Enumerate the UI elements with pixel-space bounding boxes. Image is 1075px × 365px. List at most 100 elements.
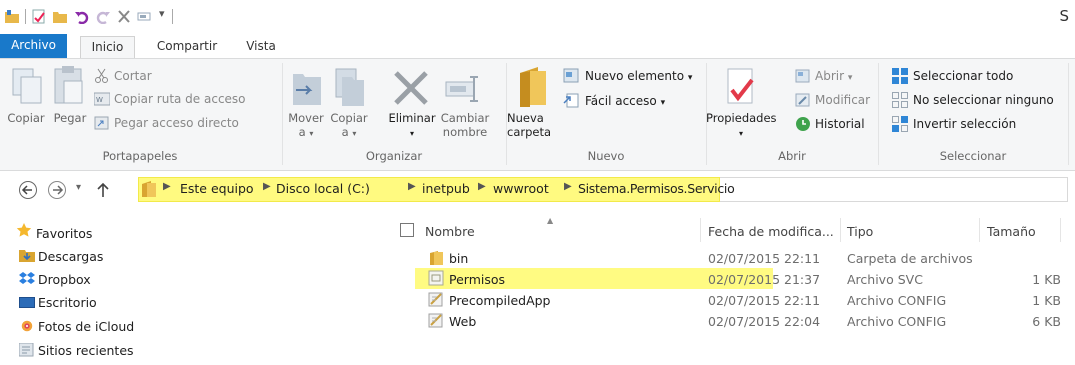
nav-item-favoritos[interactable]: Favoritos [36,226,92,241]
file-date: 02/07/2015 21:37 [708,272,821,287]
group-label-abrir: Abrir [778,149,806,163]
svg-text:W: W [96,96,103,104]
group-label-seleccionar: Seleccionar [939,149,1007,163]
title-divider-2 [172,9,173,24]
folder-icon [430,251,443,265]
file-date: 02/07/2015 22:04 [708,314,821,329]
nav-item-fotos-icloud[interactable]: Fotos de iCloud [38,319,134,334]
column-divider[interactable] [979,218,980,242]
breadcrumb-separator-icon[interactable]: ▶ [478,181,486,192]
open-icon [795,69,810,83]
undo-qa-icon[interactable] [74,9,90,24]
edit-button[interactable]: Modificar [815,93,870,107]
select-all-checkbox[interactable] [400,223,414,237]
select-all-button[interactable]: Seleccionar todo [913,69,1013,83]
history-icon [796,117,810,131]
file-size: 6 KB [1032,314,1061,329]
copy-path-button[interactable]: Copiar ruta de acceso [114,92,246,106]
column-header-size[interactable]: Tamaño [987,224,1036,239]
nav-item-descargas[interactable]: Descargas [38,249,103,264]
back-icon[interactable] [18,180,38,200]
breadcrumb-inetpub[interactable]: inetpub [422,181,470,196]
breadcrumb-este-equipo[interactable]: Este equipo [180,181,254,196]
new-folder-qa-icon[interactable] [52,9,68,24]
group-label-organizar: Organizar [365,149,423,163]
sort-ascending-icon: ▲ [547,216,554,225]
breadcrumb-disco-local[interactable]: Disco local (C:) [276,181,370,196]
column-divider[interactable] [840,218,841,242]
recent-locations-dropdown-icon[interactable]: ▾ [76,182,81,193]
rename-qa-icon[interactable] [137,9,153,24]
properties-qa-icon[interactable] [31,9,47,24]
file-type: Archivo SVC [847,272,923,287]
move-to-icon [293,74,321,105]
customize-qa-dropdown-icon[interactable]: ▾ [159,7,165,20]
invert-selection-button[interactable]: Invertir selección [913,117,1016,131]
cut-button[interactable]: Cortar [114,69,152,83]
copy-button[interactable]: Copiar [6,111,46,125]
breadcrumb-separator-icon[interactable]: ▶ [263,181,271,192]
desktop-icon [19,297,35,308]
nav-item-sitios-recientes[interactable]: Sitios recientes [38,343,134,358]
properties-button[interactable]: Propiedades ▾ [706,111,777,141]
dropbox-icon [19,272,35,284]
copy-path-icon: W [94,92,110,106]
open-button[interactable]: Abrir ▾ [815,69,852,83]
up-arrow-icon[interactable] [96,181,110,199]
breadcrumb-wwwroot[interactable]: wwwroot [493,181,549,196]
column-header-type[interactable]: Tipo [847,224,873,239]
new-item-icon [563,68,579,83]
paste-shortcut-button[interactable]: Pegar acceso directo [114,116,239,130]
copy-to-button[interactable]: Copiar a ▾ [328,111,370,141]
history-button[interactable]: Historial [815,117,865,131]
select-none-button[interactable]: No seleccionar ninguno [913,93,1054,107]
ribbon-separator [878,63,879,165]
icloud-photos-icon [21,320,33,332]
file-date: 02/07/2015 22:11 [708,251,821,266]
move-to-button[interactable]: Mover a ▾ [285,111,327,141]
svc-file-icon [428,270,444,286]
redo-qa-icon[interactable] [95,9,111,24]
breadcrumb-sistema-permisos-servicio[interactable]: Sistema.Permisos.Servicio [578,181,735,196]
title-divider [25,9,26,24]
column-header-name[interactable]: Nombre [425,224,475,239]
cut-icon [95,68,108,83]
nav-item-dropbox[interactable]: Dropbox [38,272,91,287]
breadcrumb-separator-icon[interactable]: ▶ [408,181,416,192]
rename-button[interactable]: Cambiar nombre [440,111,490,139]
file-name[interactable]: PrecompiledApp [449,293,551,308]
file-date: 02/07/2015 22:11 [708,293,821,308]
column-header-date[interactable]: Fecha de modifica... [708,224,834,239]
breadcrumb-separator-icon[interactable]: ▶ [163,181,171,192]
file-size: 1 KB [1032,293,1061,308]
new-folder-button[interactable]: Nueva carpeta [507,111,551,139]
delete-qa-icon[interactable] [116,9,132,24]
forward-icon[interactable] [47,180,67,200]
paste-button[interactable]: Pegar [50,111,90,125]
window-title: S [1059,7,1069,25]
ribbon: Copiar Pegar Cortar W Copiar ruta de acc… [0,58,1075,171]
ribbon-separator [282,63,283,165]
file-name[interactable]: Permisos [449,272,505,287]
easy-access-button[interactable]: Fácil acceso ▾ [585,94,665,108]
tab-compartir[interactable]: Compartir [146,36,228,58]
delete-button[interactable]: Eliminar ▾ [385,111,439,141]
ribbon-tabs: Archivo Inicio Compartir Vista [0,34,1075,60]
easy-access-icon [563,93,579,108]
tab-vista[interactable]: Vista [236,36,286,58]
file-name[interactable]: Web [449,314,476,329]
column-divider[interactable] [1060,218,1061,242]
breadcrumb-separator-icon[interactable]: ▶ [564,181,572,192]
navigation-pane: Favoritos Descargas Dropbox Escritorio F… [0,213,390,365]
group-label-portapapeles: Portapapeles [102,149,178,163]
new-folder-icon [520,67,546,107]
file-explorer-window: ▾ S Archivo Inicio Compartir Vista Copia… [0,0,1075,365]
select-none-icon [892,92,908,108]
nav-item-escritorio[interactable]: Escritorio [38,295,97,310]
column-divider[interactable] [700,218,701,242]
new-item-button[interactable]: Nuevo elemento ▾ [585,69,692,83]
file-size: 1 KB [1032,272,1061,287]
tab-archivo[interactable]: Archivo [0,34,67,58]
tab-inicio[interactable]: Inicio [80,36,135,60]
file-name[interactable]: bin [449,251,468,266]
